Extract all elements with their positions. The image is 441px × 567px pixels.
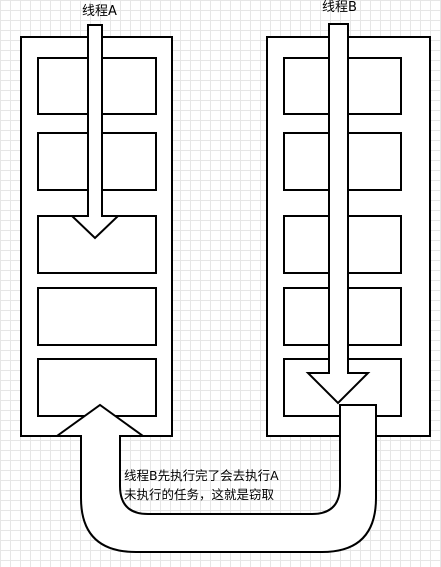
thread-b-label: 线程B xyxy=(322,0,357,15)
note-line-1: 线程B先执行完了会去执行A xyxy=(124,468,279,483)
thread-a-task-4 xyxy=(37,287,157,346)
thread-a-label: 线程A xyxy=(82,4,117,19)
note-line-2: 未执行的任务，这就是窃取 xyxy=(124,487,275,502)
work-stealing-note: 线程B先执行完了会去执行A 未执行的任务，这就是窃取 xyxy=(124,466,279,504)
